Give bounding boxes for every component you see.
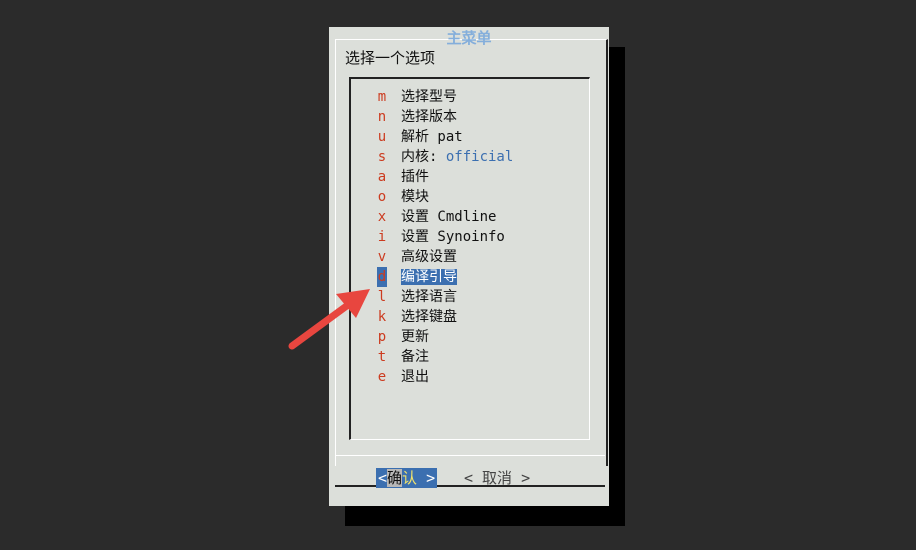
annotation-arrow-icon (288, 289, 370, 350)
